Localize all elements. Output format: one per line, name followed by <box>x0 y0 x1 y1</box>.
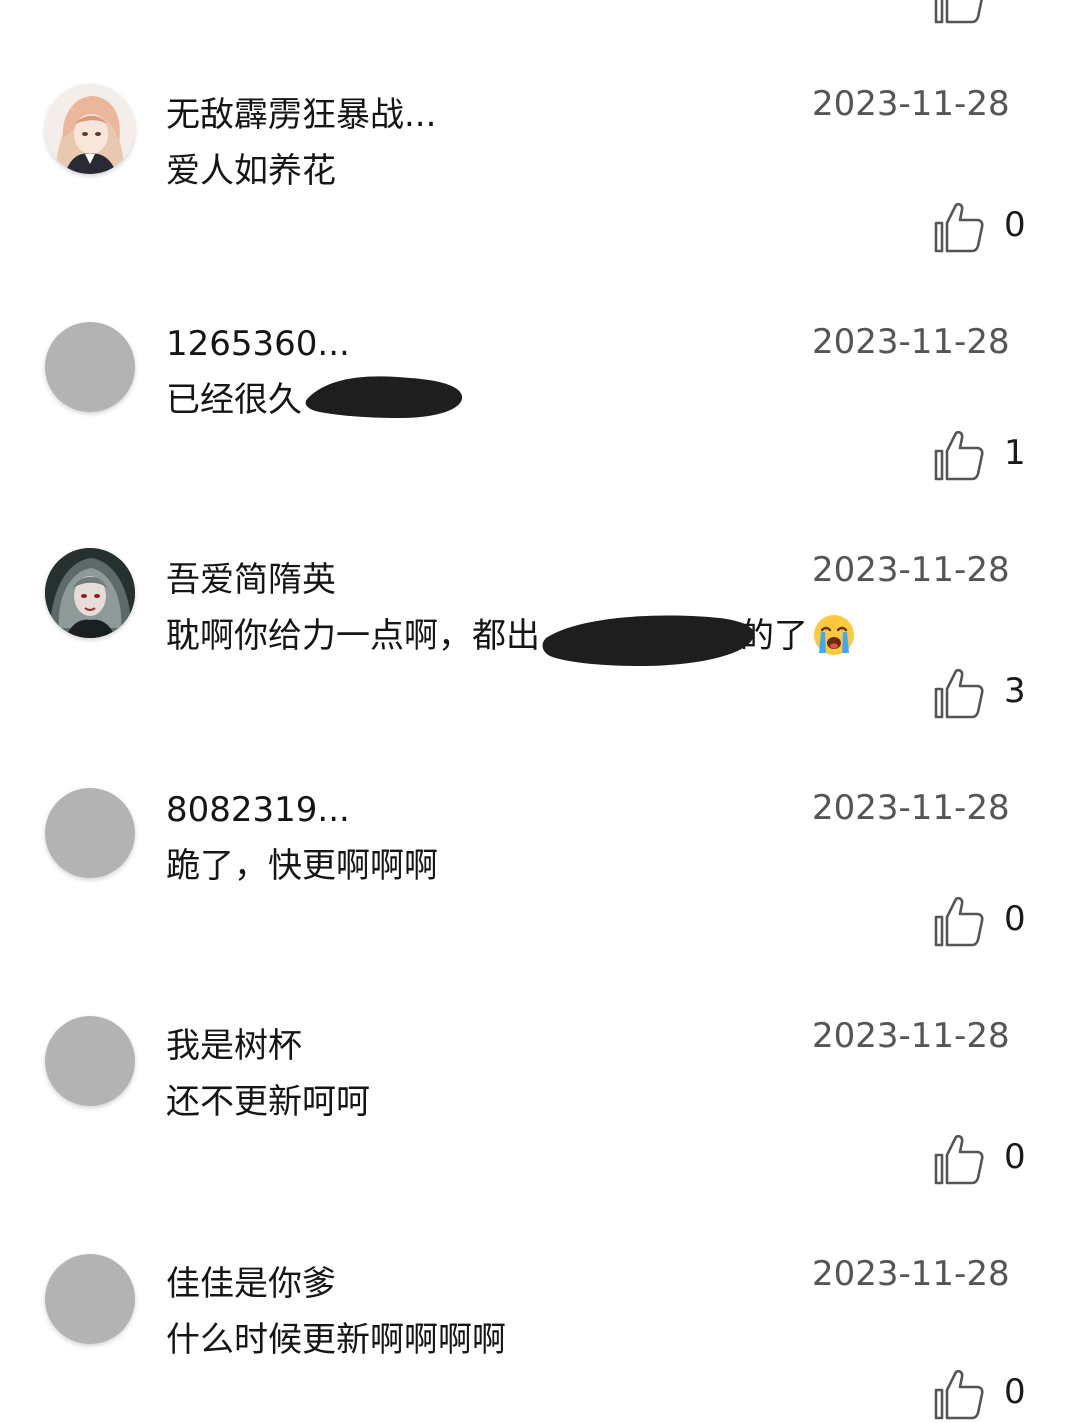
comment-item: 1265360... 已经很久 2023-11-28 1 <box>0 238 1080 481</box>
username[interactable]: 我是树杯 <box>166 1026 302 1066</box>
comment-list: 无敌霹雳狂暴战... 爱人如养花 2023-11-28 0 1265360...… <box>0 0 1080 1423</box>
comment-date: 2023-11-28 <box>812 322 1010 362</box>
avatar[interactable] <box>45 1016 135 1106</box>
comment-text-part: 的了 <box>740 616 808 656</box>
comment-date: 2023-11-28 <box>812 84 1010 124</box>
username[interactable]: 1265360... <box>166 324 350 364</box>
avatar[interactable] <box>45 322 135 412</box>
avatar[interactable] <box>45 788 135 878</box>
comment-text: 耽啊你给力一点啊，都出 的了 <box>166 614 856 657</box>
like-count: 0 <box>1004 1372 1026 1412</box>
comment-item: 我是树杯 还不更新呵呵 2023-11-28 0 <box>0 932 1080 1185</box>
loudly-crying-face-icon <box>814 614 854 655</box>
comment-date: 2023-11-28 <box>812 550 1010 590</box>
comment-text: 爱人如养花 <box>166 151 336 191</box>
comment-item: 吾爱简隋英 耽啊你给力一点啊，都出 的了 2023-11-28 3 <box>0 466 1080 719</box>
username[interactable]: 佳佳是你爹 <box>166 1264 336 1304</box>
like-button[interactable]: 0 <box>930 1366 1040 1422</box>
comment-text-part: 耽啊你给力一点啊，都出 <box>166 616 540 656</box>
comment-text: 什么时候更新啊啊啊啊 <box>166 1320 506 1360</box>
anime-avatar-icon <box>45 84 135 174</box>
redaction-scribble <box>305 376 463 418</box>
comment-date: 2023-11-28 <box>812 1016 1010 1056</box>
comment-item: 无敌霹雳狂暴战... 爱人如养花 2023-11-28 0 <box>0 0 1080 253</box>
thumbs-up-icon <box>934 1369 984 1420</box>
avatar[interactable] <box>45 548 135 638</box>
comment-text: 还不更新呵呵 <box>166 1082 370 1122</box>
username[interactable]: 无敌霹雳狂暴战... <box>166 95 436 135</box>
comment-text: 跪了，快更啊啊啊 <box>166 846 438 886</box>
username[interactable]: 吾爱简隋英 <box>166 560 336 600</box>
anime-avatar-icon <box>45 548 135 638</box>
username[interactable]: 8082319... <box>166 790 350 830</box>
comment-item: 佳佳是你爹 什么时候更新啊啊啊啊 2023-11-28 0 <box>0 1170 1080 1423</box>
comment-date: 2023-11-28 <box>812 1254 1010 1294</box>
comment-item: 8082319... 跪了，快更啊啊啊 2023-11-28 0 <box>0 704 1080 947</box>
avatar[interactable] <box>45 1254 135 1344</box>
comment-date: 2023-11-28 <box>812 788 1010 828</box>
comment-text: 已经很久 <box>166 380 302 420</box>
avatar[interactable] <box>45 84 135 174</box>
